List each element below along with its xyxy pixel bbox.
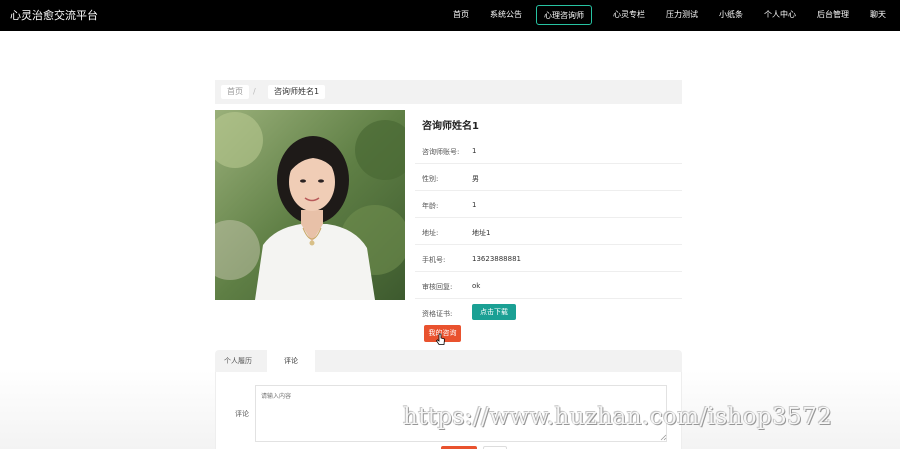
detail-row-address: 地址: 地址1 (415, 218, 682, 245)
comment-label: 评论 (235, 410, 249, 418)
detail-value: 1 (472, 147, 477, 155)
detail-tabs: 个人履历 评论 (215, 350, 682, 372)
detail-row-account: 咨询师账号: 1 (415, 137, 682, 164)
detail-value: 13623888881 (472, 255, 521, 263)
watermark: https://www.huzhan.com/ishop3572 (403, 404, 833, 430)
detail-row-review-reply: 审核回复: ok (415, 272, 682, 299)
top-navbar: 心灵治愈交流平台 首页 系统公告 心理咨询师 心灵专栏 压力测试 小纸条 个人中… (0, 0, 900, 31)
detail-label: 审核回复: (422, 283, 453, 291)
nav-item-column[interactable]: 心灵专栏 (613, 5, 645, 25)
detail-row-gender: 性别: 男 (415, 164, 682, 191)
resize-grip-icon[interactable] (660, 434, 667, 441)
detail-label: 性别: (422, 175, 439, 183)
counselor-photo (215, 110, 405, 300)
site-brand[interactable]: 心灵治愈交流平台 (10, 7, 98, 23)
download-certificate-button[interactable]: 点击下载 (472, 304, 516, 320)
detail-label: 手机号: (422, 256, 446, 264)
detail-value: 地址1 (472, 229, 491, 237)
nav-item-profile[interactable]: 个人中心 (764, 5, 796, 25)
detail-value: 男 (472, 175, 479, 183)
nav-item-chat[interactable]: 聊天 (870, 5, 886, 25)
mouse-pointer-icon (436, 333, 445, 345)
detail-label: 年龄: (422, 202, 439, 210)
detail-row-age: 年龄: 1 (415, 191, 682, 218)
breadcrumb-current: 咨询师姓名1 (268, 85, 326, 99)
breadcrumb-home-link[interactable]: 首页 (221, 85, 249, 99)
breadcrumb-separator: / (253, 87, 256, 96)
tab-comments[interactable]: 评论 (267, 350, 315, 372)
nav-item-admin[interactable]: 后台管理 (817, 5, 849, 25)
detail-row-certificate: 资格证书: 点击下载 (415, 299, 682, 325)
main-nav: 首页 系统公告 心理咨询师 心灵专栏 压力测试 小纸条 个人中心 后台管理 聊天 (432, 3, 886, 27)
detail-label: 地址: (422, 229, 439, 237)
nav-item-stress-test[interactable]: 压力测试 (666, 5, 698, 25)
counselor-name: 咨询师姓名1 (422, 121, 479, 132)
nav-item-notes[interactable]: 小纸条 (719, 5, 743, 25)
detail-value: 1 (472, 201, 477, 209)
detail-label: 咨询师账号: (422, 148, 460, 156)
nav-item-counselors[interactable]: 心理咨询师 (536, 5, 592, 25)
breadcrumb: 首页 / 咨询师姓名1 (215, 80, 682, 104)
nav-item-announcements[interactable]: 系统公告 (490, 5, 522, 25)
detail-label: 资格证书: (422, 310, 453, 318)
detail-value: ok (472, 282, 481, 290)
nav-item-home[interactable]: 首页 (453, 5, 469, 25)
tab-resume[interactable]: 个人履历 (215, 350, 261, 372)
detail-row-phone: 手机号: 13623888881 (415, 245, 682, 272)
